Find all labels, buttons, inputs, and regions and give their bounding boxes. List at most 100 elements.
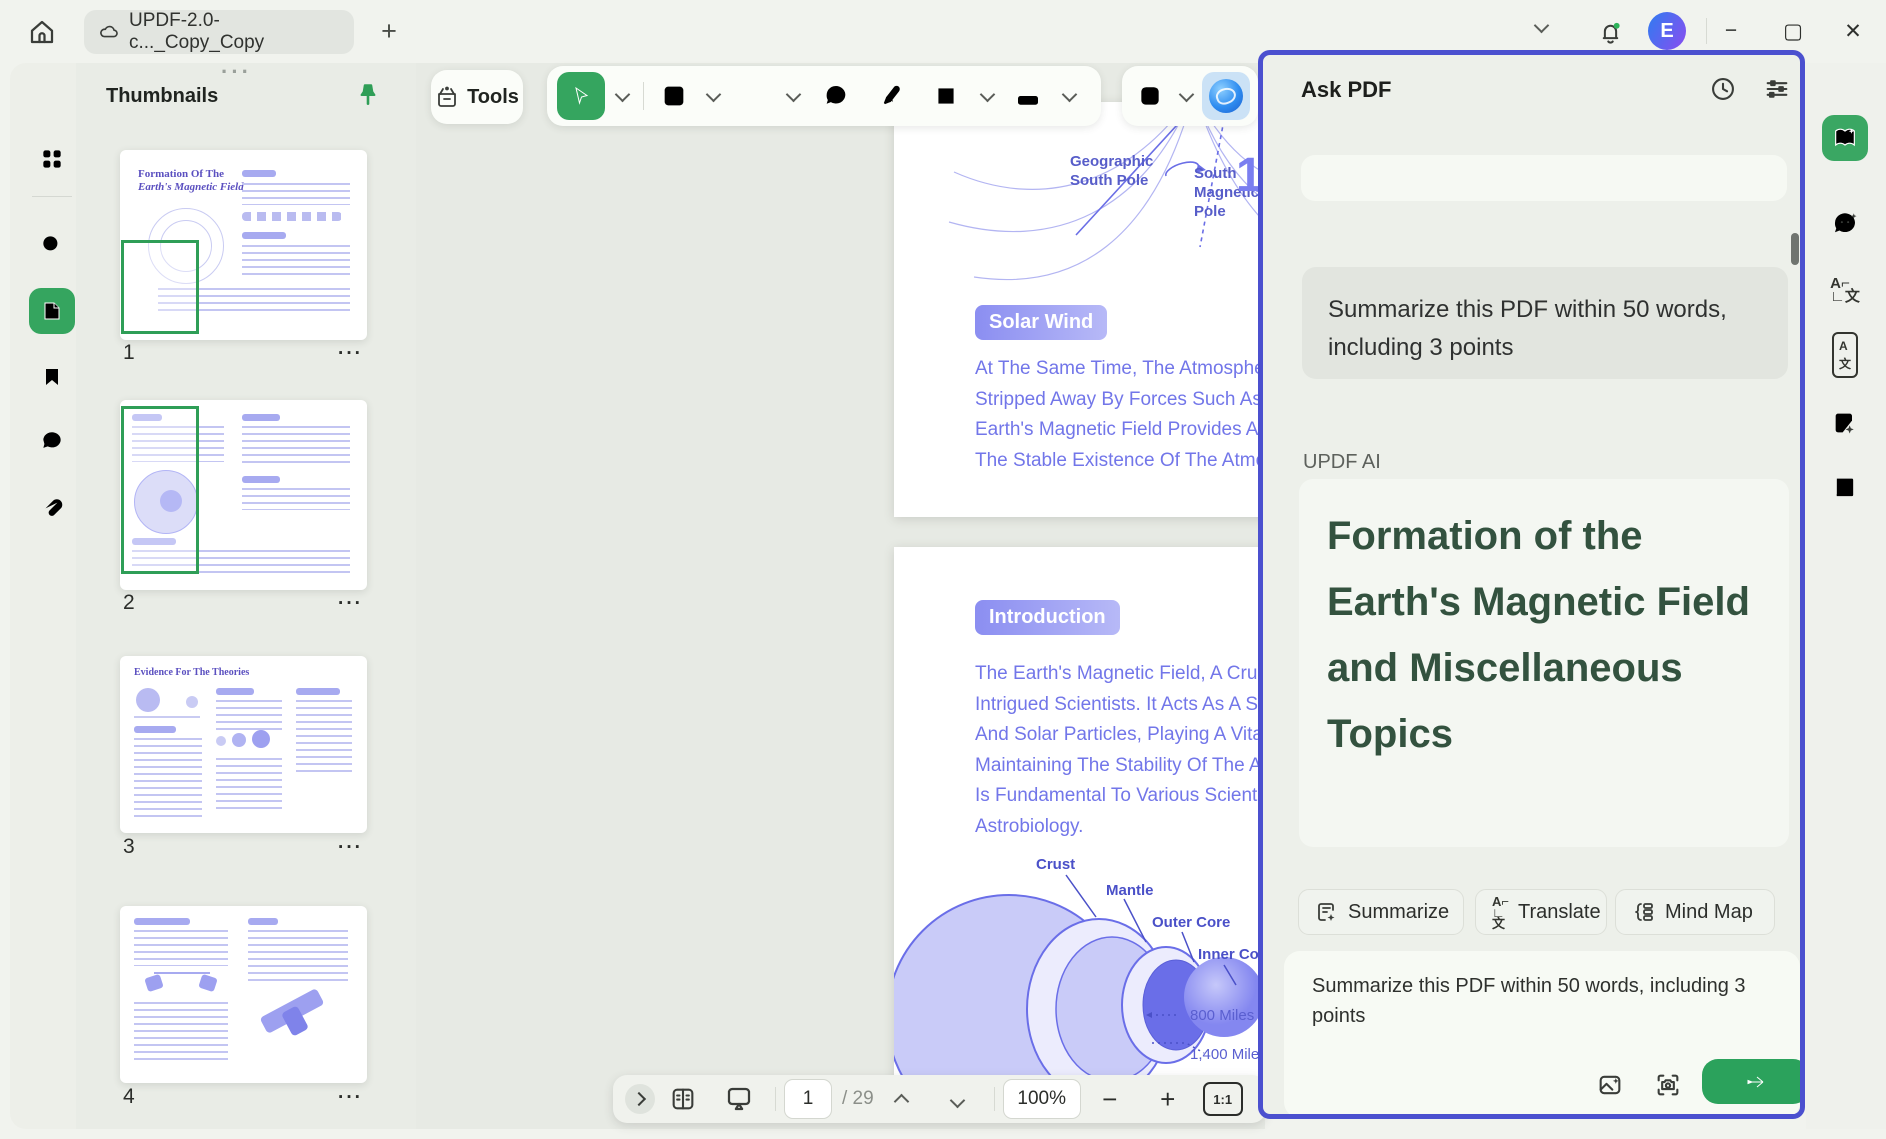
chat-face-sparkle-icon xyxy=(1830,209,1860,239)
history-clock-icon xyxy=(1709,75,1737,103)
label-geographic-south-pole: Geographic xyxy=(1070,152,1153,171)
save-button[interactable] xyxy=(1130,72,1171,120)
rail-ai-chat-button[interactable] xyxy=(1822,201,1868,247)
zoom-in-button[interactable]: + xyxy=(1139,1075,1197,1123)
shape-tool[interactable] xyxy=(922,72,970,120)
chat-bubble-partial xyxy=(1301,155,1787,201)
bell-icon xyxy=(1597,19,1624,46)
document-tab[interactable]: UPDF-2.0-c..._Copy_Copy xyxy=(84,10,354,54)
camera-capture-icon xyxy=(1654,1071,1682,1099)
text-tool-chevron[interactable] xyxy=(780,72,806,120)
tools-label: Tools xyxy=(467,86,519,109)
user-avatar[interactable]: E xyxy=(1648,12,1686,50)
thumbnail-page-2[interactable] xyxy=(120,400,367,590)
save-icon xyxy=(1137,83,1163,109)
cursor-icon xyxy=(569,84,593,108)
mind-map-icon xyxy=(1632,900,1656,924)
measure-tool-chevron[interactable] xyxy=(1056,72,1082,120)
sidebar-item-thumbnails[interactable] xyxy=(29,288,75,334)
send-icon xyxy=(1744,1070,1768,1094)
thumb2-number: 2 xyxy=(123,591,135,615)
translate-icon: A⌐∟文 xyxy=(1492,896,1509,929)
page-number-input[interactable] xyxy=(784,1079,832,1119)
highlighter-tool[interactable] xyxy=(866,72,918,120)
chat-scrollbar-thumb[interactable] xyxy=(1791,233,1799,265)
heading-icon xyxy=(660,82,688,110)
rail-translate-page-button[interactable]: A文 xyxy=(1822,332,1868,378)
sidebar-item-apps[interactable] xyxy=(29,136,75,182)
maximize-button[interactable]: ▢ xyxy=(1776,14,1810,48)
chat-settings-button[interactable] xyxy=(1759,71,1795,107)
sliders-icon xyxy=(1763,75,1791,103)
thumb4-menu-button[interactable]: ··· xyxy=(338,1087,363,1109)
sidebar-item-search[interactable] xyxy=(29,222,75,268)
label-outer-core: Outer Core xyxy=(1152,914,1230,931)
ai-sender-name: UPDF AI xyxy=(1303,451,1381,474)
select-tool-button[interactable] xyxy=(557,72,605,120)
chat-input-field[interactable]: Summarize this PDF within 50 words, incl… xyxy=(1310,969,1754,1043)
chat-history-button[interactable] xyxy=(1705,71,1741,107)
translate-chip[interactable]: A⌐∟文 Translate xyxy=(1475,889,1607,935)
thumb1-menu-button[interactable]: ··· xyxy=(338,343,363,365)
minimize-button[interactable]: − xyxy=(1714,14,1748,48)
thumbnail-page-1[interactable]: Formation Of The Earth's Magnetic Field xyxy=(120,150,367,340)
rail-ask-pdf-button[interactable] xyxy=(1822,115,1868,161)
rail-translate-button[interactable]: A⌐∟文 xyxy=(1822,267,1868,313)
doc-sparkle-icon xyxy=(1831,409,1859,437)
sidebar-item-bookmarks[interactable] xyxy=(29,354,75,400)
ai-assistant-button[interactable] xyxy=(1202,72,1250,120)
pin-icon xyxy=(355,82,381,108)
thumbnail-page-4[interactable] xyxy=(120,906,367,1083)
thumbnails-title: Thumbnails xyxy=(106,85,218,108)
updf-app-window: UPDF-2.0-c..._Copy_Copy + E − ▢ ✕ xyxy=(0,0,1886,1139)
mind-map-chip[interactable]: Mind Map xyxy=(1615,889,1775,935)
notifications-button[interactable] xyxy=(1592,14,1628,50)
previous-page-button[interactable] xyxy=(874,1075,930,1123)
tools-button[interactable]: Tools xyxy=(431,70,523,124)
close-button[interactable]: ✕ xyxy=(1836,14,1870,48)
summarize-chip[interactable]: Summarize xyxy=(1298,889,1464,935)
paperclip-icon xyxy=(39,495,65,521)
home-button[interactable] xyxy=(22,12,62,52)
cloud-icon xyxy=(98,21,120,43)
thumb3-menu-button[interactable]: ··· xyxy=(338,837,363,859)
thumb3-title: Evidence For The Theories xyxy=(134,666,249,679)
next-page-button[interactable] xyxy=(930,1075,986,1123)
attach-image-button[interactable] xyxy=(1592,1067,1628,1103)
send-button[interactable] xyxy=(1702,1059,1805,1104)
shape-tool-chevron[interactable] xyxy=(974,72,1000,120)
collapse-toolbar-button[interactable] xyxy=(625,1084,655,1114)
chat-input-box[interactable]: Summarize this PDF within 50 words, incl… xyxy=(1284,951,1800,1118)
new-tab-button[interactable]: + xyxy=(372,14,406,48)
thumb1-title-line2: Earth's Magnetic Field xyxy=(138,181,244,194)
zoom-level-box[interactable]: 100% xyxy=(1003,1079,1081,1119)
label-mantle: Mantle xyxy=(1106,882,1154,899)
measure-tool[interactable] xyxy=(1004,72,1052,120)
comment-tool[interactable] xyxy=(810,72,862,120)
select-tool-chevron[interactable] xyxy=(609,72,635,120)
thumbnail-page-3[interactable]: Evidence For The Theories xyxy=(120,656,367,833)
pin-panel-button[interactable] xyxy=(352,79,384,111)
comment-bubble-icon xyxy=(822,82,850,110)
zoom-out-button[interactable]: − xyxy=(1081,1075,1139,1123)
rail-dictionary-button[interactable] xyxy=(1822,465,1868,511)
translate-curve-icon: A⌐∟文 xyxy=(1830,277,1860,303)
text-tool[interactable] xyxy=(730,72,776,120)
save-chevron[interactable] xyxy=(1175,72,1198,120)
edit-tool-chevron[interactable] xyxy=(700,72,726,120)
presentation-button[interactable] xyxy=(711,1075,767,1123)
viewport-rect-page1[interactable] xyxy=(121,240,199,334)
ai-response-card: Formation of the Earth's Magnetic Field … xyxy=(1299,479,1789,847)
viewport-rect-page2[interactable] xyxy=(121,406,199,574)
sidebar-item-attachments[interactable] xyxy=(29,485,75,531)
panel-drag-handle[interactable]: ··· xyxy=(221,59,252,85)
screenshot-button[interactable] xyxy=(1650,1067,1686,1103)
home-icon xyxy=(27,17,57,47)
sidebar-item-comments[interactable] xyxy=(29,418,75,464)
rail-summarize-button[interactable] xyxy=(1822,400,1868,446)
edit-heading-tool[interactable] xyxy=(652,72,696,120)
thumb2-menu-button[interactable]: ··· xyxy=(338,593,363,615)
actual-size-button[interactable]: 1:1 xyxy=(1203,1082,1243,1116)
window-menu-chevron[interactable] xyxy=(1536,24,1547,31)
page-layout-button[interactable] xyxy=(655,1075,711,1123)
